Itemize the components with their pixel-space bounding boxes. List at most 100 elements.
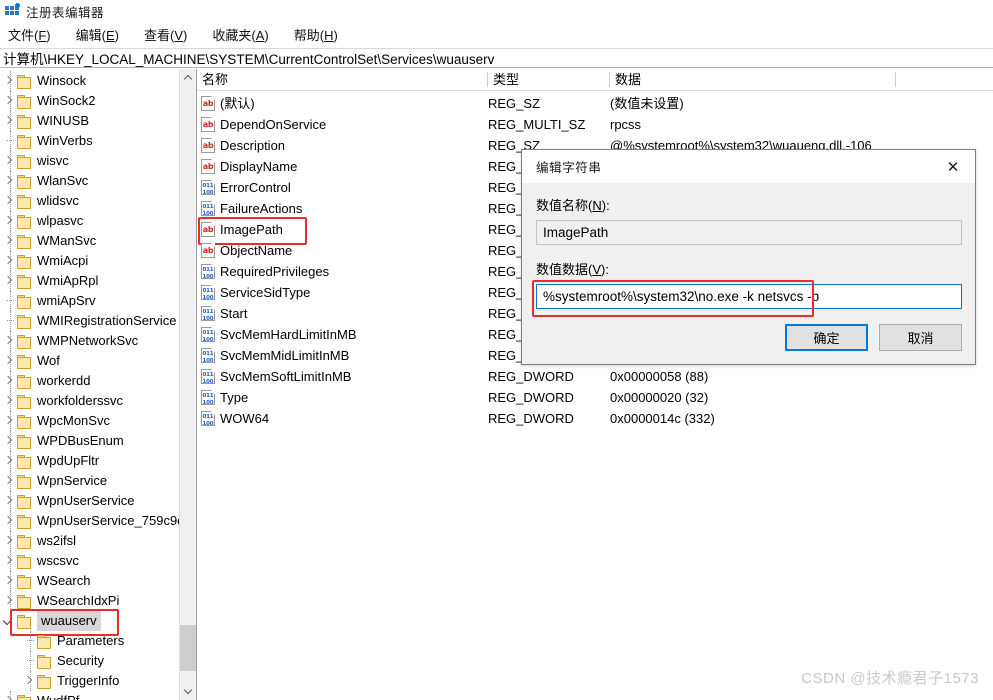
tree-item-wof[interactable]: Wof — [0, 351, 196, 371]
folder-icon — [16, 374, 32, 389]
registry-tree-pane[interactable]: Winsock WinSock2 WINUSB WinVerbs wisvc WlanSv… — [0, 69, 197, 700]
value-name-cell: 011 100 RequiredPrivileges — [201, 261, 329, 282]
tree-item-wisvc[interactable]: wisvc — [0, 151, 196, 171]
chevron-right-icon[interactable] — [0, 551, 16, 571]
tree-item-wpcmonsvc[interactable]: WpcMonSvc — [0, 411, 196, 431]
column-separator-3[interactable] — [895, 72, 896, 87]
chevron-right-icon[interactable] — [0, 691, 16, 700]
tree-item-ws2ifsl[interactable]: ws2ifsl — [0, 531, 196, 551]
tree-item-wscsvc[interactable]: wscsvc — [0, 551, 196, 571]
chevron-right-icon[interactable] — [0, 211, 16, 231]
tree-item-parameters[interactable]: Parameters — [0, 631, 196, 651]
chevron-right-icon[interactable] — [0, 591, 16, 611]
tree-item-wsearchidxpi[interactable]: WSearchIdxPi — [0, 591, 196, 611]
menu-item-help[interactable]: 帮助(H) — [292, 23, 350, 46]
tree-item-workerdd[interactable]: workerdd — [0, 371, 196, 391]
tree-scrollbar[interactable] — [179, 69, 196, 700]
close-icon[interactable]: ✕ — [931, 150, 975, 183]
value-row[interactable]: 011 100 Type REG_DWORD 0x00000020 (32) — [197, 387, 993, 408]
folder-icon — [16, 494, 32, 509]
chevron-right-icon[interactable] — [0, 91, 16, 111]
tree-item-winsock[interactable]: Winsock — [0, 71, 196, 91]
scroll-down-icon[interactable] — [180, 683, 196, 700]
tree-item-security[interactable]: Security — [0, 651, 196, 671]
chevron-right-icon[interactable] — [0, 111, 16, 131]
ok-button[interactable]: 确定 — [785, 324, 868, 351]
column-header-type[interactable]: 类型 — [488, 69, 615, 90]
tree-item-winverbs[interactable]: WinVerbs — [0, 131, 196, 151]
chevron-right-icon[interactable] — [0, 151, 16, 171]
folder-icon — [16, 414, 32, 429]
value-data-input[interactable]: %systemroot%\system32\no.exe -k netsvcs … — [536, 284, 962, 309]
dialog-body: 数值名称(N): ImagePath 数值数据(V): %systemroot%… — [522, 183, 975, 317]
scroll-up-icon[interactable] — [180, 69, 196, 86]
folder-icon — [16, 174, 32, 189]
folder-icon — [16, 394, 32, 409]
value-row[interactable]: 011 100 WOW64 REG_DWORD 0x0000014c (332) — [197, 408, 993, 429]
chevron-right-icon[interactable] — [0, 451, 16, 471]
value-name-cell: 011 100 ServiceSidType — [201, 282, 310, 303]
chevron-right-icon[interactable] — [0, 531, 16, 551]
folder-icon — [16, 514, 32, 529]
tree-item-wsearch[interactable]: WSearch — [0, 571, 196, 591]
tree-item-wpnservice[interactable]: WpnService — [0, 471, 196, 491]
chevron-right-icon[interactable] — [0, 231, 16, 251]
chevron-right-icon[interactable] — [0, 371, 16, 391]
tree-item-wpdupfltr[interactable]: WpdUpFltr — [0, 451, 196, 471]
value-row[interactable]: 011 100 SvcMemSoftLimitInMB REG_DWORD 0x0000… — [197, 366, 993, 387]
chevron-right-icon[interactable] — [0, 251, 16, 271]
chevron-right-icon[interactable] — [0, 271, 16, 291]
chevron-right-icon[interactable] — [0, 431, 16, 451]
tree-item-workfolderssvc[interactable]: workfolderssvc — [0, 391, 196, 411]
value-row[interactable]: ab DependOnService REG_MULTI_SZ rpcss — [197, 114, 993, 135]
column-header-data[interactable]: 数据 — [610, 69, 641, 90]
value-name-input[interactable]: ImagePath — [536, 220, 962, 245]
tree-item-label: WMIRegistrationService — [37, 313, 177, 328]
menu-item-file[interactable]: 文件(F) — [6, 23, 63, 46]
chevron-right-icon[interactable] — [0, 491, 16, 511]
chevron-right-icon[interactable] — [0, 511, 16, 531]
chevron-right-icon[interactable] — [0, 391, 16, 411]
chevron-right-icon[interactable] — [0, 171, 16, 191]
tree-item-wmiacpi[interactable]: WmiAcpi — [0, 251, 196, 271]
tree-item-wlidsvc[interactable]: wlidsvc — [0, 191, 196, 211]
chevron-down-icon[interactable] — [0, 611, 16, 631]
tree-item-wlpasvc[interactable]: wlpasvc — [0, 211, 196, 231]
chevron-right-icon[interactable] — [0, 351, 16, 371]
tree-item-wmiaprpl[interactable]: WmiApRpl — [0, 271, 196, 291]
tree-item-winsock2[interactable]: WinSock2 — [0, 91, 196, 111]
chevron-right-icon[interactable] — [0, 571, 16, 591]
edit-string-dialog[interactable]: 编辑字符串 ✕ 数值名称(N): ImagePath 数值数据(V): %sys… — [521, 149, 976, 365]
chevron-right-icon[interactable] — [0, 331, 16, 351]
value-name-text: (默认) — [220, 96, 255, 111]
string-value-icon: ab — [201, 96, 215, 111]
cancel-button[interactable]: 取消 — [879, 324, 962, 351]
tree-item-wlansvc[interactable]: WlanSvc — [0, 171, 196, 191]
tree-item-wpnuserservice[interactable]: WpnUserService — [0, 491, 196, 511]
chevron-right-icon[interactable] — [0, 191, 16, 211]
menu-item-edit[interactable]: 编辑(E) — [74, 23, 131, 46]
tree-item-wmpnetworksvc[interactable]: WMPNetworkSvc — [0, 331, 196, 351]
tree-item-wmiapsrv[interactable]: wmiApSrv — [0, 291, 196, 311]
tree-item-wmiregistrationservice[interactable]: WMIRegistrationService — [0, 311, 196, 331]
value-name-text: ServiceSidType — [220, 285, 311, 300]
tree-item-wudfpf[interactable]: WudfPf — [0, 691, 196, 700]
chevron-right-icon[interactable] — [0, 471, 16, 491]
chevron-right-icon[interactable] — [0, 71, 16, 91]
address-bar[interactable]: 计算机\HKEY_LOCAL_MACHINE\SYSTEM\CurrentCon… — [0, 48, 993, 68]
chevron-right-icon[interactable] — [20, 671, 36, 691]
column-header-name[interactable]: 名称 — [197, 69, 493, 90]
tree-item-triggerinfo[interactable]: TriggerInfo — [0, 671, 196, 691]
value-row[interactable]: ab (默认) REG_SZ (数值未设置) — [197, 93, 993, 114]
tree-item-wpnuserservice-759c9e[interactable]: WpnUserService_759c9e — [0, 511, 196, 531]
chevron-right-icon[interactable] — [0, 411, 16, 431]
menu-item-view[interactable]: 查看(V) — [142, 23, 199, 46]
menu-item-favorites[interactable]: 收藏夹(A) — [210, 23, 280, 46]
tree-item-wpdbusenum[interactable]: WPDBusEnum — [0, 431, 196, 451]
tree-item-label: WManSvc — [37, 233, 97, 248]
tree-item-winusb[interactable]: WINUSB — [0, 111, 196, 131]
tree-item-wuauserv[interactable]: wuauserv — [0, 611, 196, 631]
value-data-input-wrapper: %systemroot%\system32\no.exe -k netsvcs … — [532, 280, 962, 317]
tree-scrollbar-thumb[interactable] — [180, 625, 196, 671]
tree-item-wmansvc[interactable]: WManSvc — [0, 231, 196, 251]
